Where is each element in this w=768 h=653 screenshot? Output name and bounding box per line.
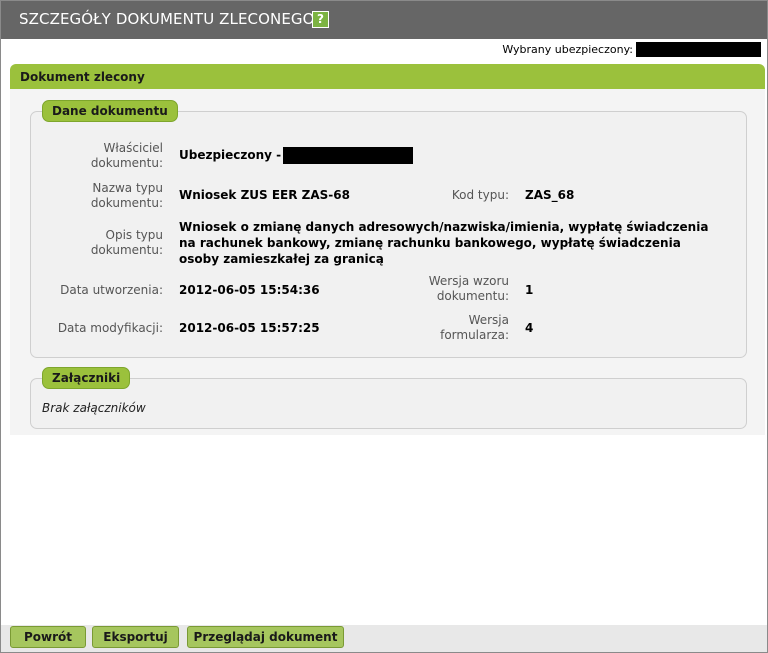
view-document-button[interactable]: Przeglądaj dokument — [187, 626, 344, 648]
template-version-label: Wersja wzoru dokumentu: — [428, 274, 509, 303]
attachments-empty-text: Brak załączników — [42, 401, 146, 415]
attachments-legend: Załączniki — [42, 367, 131, 389]
selected-insured: Wybrany ubezpieczony: — [502, 41, 761, 57]
owner-label: Właściciel dokumentu: — [90, 141, 163, 170]
template-version-value: 1 — [525, 283, 534, 297]
title-bar: SZCZEGÓŁY DOKUMENTU ZLECONEGO ? — [1, 1, 767, 39]
created-value: 2012-06-05 15:54:36 — [179, 283, 320, 297]
redacted-user-name — [636, 41, 761, 57]
type-name-value: Wniosek ZUS EER ZAS-68 — [179, 188, 350, 202]
back-button[interactable]: Powrót — [10, 626, 86, 648]
form-version-value: 4 — [525, 321, 534, 335]
selected-insured-label: Wybrany ubezpieczony: — [502, 42, 633, 56]
type-code-value: ZAS_68 — [525, 188, 575, 202]
type-code-label: Kod typu: — [451, 188, 509, 202]
created-label: Data utworzenia: — [60, 283, 163, 297]
type-name-label: Nazwa typu dokumentu: — [90, 181, 163, 210]
redacted-owner-name — [283, 147, 414, 164]
help-icon[interactable]: ? — [312, 11, 329, 28]
document-details-window: SZCZEGÓŁY DOKUMENTU ZLECONEGO ? Wybrany … — [0, 0, 768, 653]
owner-value: Ubezpieczony - — [179, 147, 414, 164]
modified-value: 2012-06-05 15:57:25 — [179, 321, 320, 335]
document-data-legend: Dane dokumentu — [42, 100, 178, 122]
modified-label: Data modyfikacji: — [57, 321, 163, 335]
description-label: Opis typu dokumentu: — [90, 228, 163, 257]
owner-value-text: Ubezpieczony - — [179, 148, 282, 162]
export-button[interactable]: Eksportuj — [92, 626, 179, 648]
window-title: SZCZEGÓŁY DOKUMENTU ZLECONEGO — [19, 10, 315, 28]
section-title: Dokument zlecony — [20, 70, 145, 84]
section-header: Dokument zlecony — [10, 64, 765, 89]
description-value: Wniosek o zmianę danych adresowych/nazwi… — [179, 220, 709, 266]
form-version-label: Wersja formularza: — [440, 313, 509, 342]
